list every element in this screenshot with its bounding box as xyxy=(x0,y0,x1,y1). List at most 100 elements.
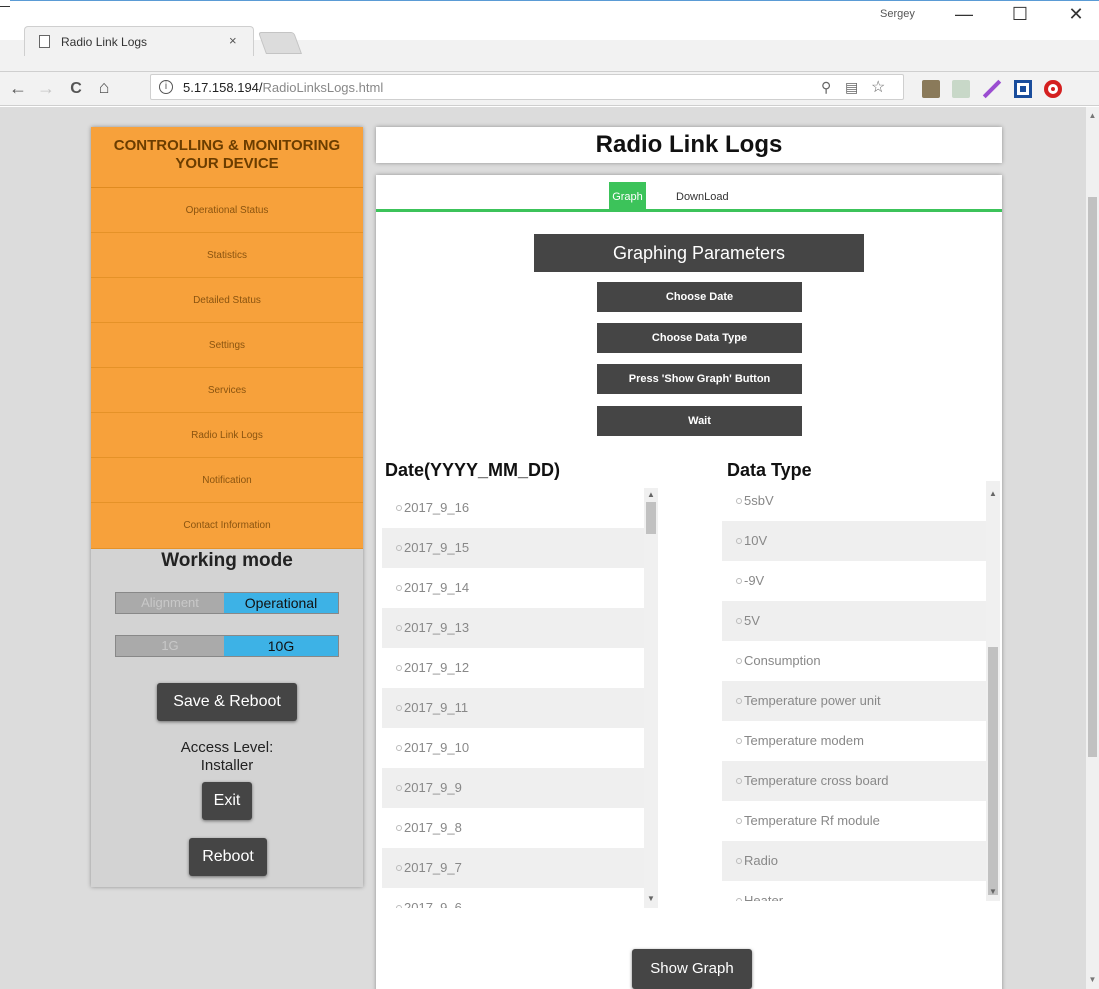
radio-dot-icon[interactable] xyxy=(396,664,402,671)
sidebar-item-operational-status[interactable]: Operational Status xyxy=(91,188,363,233)
extension-off-icon[interactable] xyxy=(922,80,940,98)
radio-dot-icon[interactable] xyxy=(396,784,402,791)
page-scroll-down-arrow[interactable]: ▼ xyxy=(1086,975,1099,984)
radio-dot-icon[interactable] xyxy=(396,544,402,551)
mode-toggle[interactable]: Alignment Operational xyxy=(115,592,339,614)
date-list-scroll-thumb[interactable] xyxy=(646,502,656,534)
data-type-option[interactable]: Heater xyxy=(722,881,986,901)
data-type-option[interactable]: Temperature cross board xyxy=(722,761,986,801)
save-reboot-button[interactable]: Save & Reboot xyxy=(157,683,297,721)
radio-dot-icon[interactable] xyxy=(736,777,742,784)
date-option[interactable]: 2017_9_8 xyxy=(382,808,644,848)
radio-dot-icon[interactable] xyxy=(396,864,402,871)
radio-dot-icon[interactable] xyxy=(736,697,742,704)
browser-tab[interactable]: Radio Link Logs × xyxy=(24,26,254,56)
data-type-option[interactable]: Radio xyxy=(722,841,986,881)
date-option[interactable]: 2017_9_7 xyxy=(382,848,644,888)
scroll-down-arrow[interactable]: ▼ xyxy=(986,887,1000,896)
choose-date-step[interactable]: Choose Date xyxy=(597,282,802,312)
radio-dot-icon[interactable] xyxy=(736,657,742,664)
radio-dot-icon[interactable] xyxy=(396,584,402,591)
speed-toggle-10g[interactable]: 10G xyxy=(224,636,338,656)
sidebar-item-services[interactable]: Services xyxy=(91,368,363,413)
data-type-option[interactable]: 5V xyxy=(722,601,986,641)
speed-toggle[interactable]: 1G 10G xyxy=(115,635,339,657)
sidebar-item-detailed-status[interactable]: Detailed Status xyxy=(91,278,363,323)
back-icon[interactable]: ← xyxy=(6,78,30,99)
data-type-option[interactable]: Temperature power unit xyxy=(722,681,986,721)
date-option[interactable]: 2017_9_14 xyxy=(382,568,644,608)
wait-step[interactable]: Wait xyxy=(597,406,802,436)
radio-dot-icon[interactable] xyxy=(396,824,402,831)
date-option[interactable]: 2017_9_6 xyxy=(382,888,644,908)
radio-dot-icon[interactable] xyxy=(736,617,742,624)
extension-grey-icon[interactable] xyxy=(952,80,970,98)
sidebar-item-statistics[interactable]: Statistics xyxy=(91,233,363,278)
data-type-list-scrollbar[interactable]: ▲ ▼ xyxy=(986,481,1000,901)
date-option[interactable]: 2017_9_13 xyxy=(382,608,644,648)
new-tab-button[interactable] xyxy=(257,32,303,54)
bookmark-star-icon[interactable]: ☆ xyxy=(871,77,885,97)
date-option[interactable]: 2017_9_15 xyxy=(382,528,644,568)
radio-dot-icon[interactable] xyxy=(736,537,742,544)
page-scrollbar[interactable]: ▲ ▼ xyxy=(1086,107,1099,989)
mode-toggle-alignment[interactable]: Alignment xyxy=(116,593,224,613)
minimize-button[interactable]: — xyxy=(944,4,984,25)
forward-icon[interactable]: → xyxy=(34,78,58,99)
scroll-up-arrow[interactable]: ▲ xyxy=(644,490,658,499)
radio-dot-icon[interactable] xyxy=(736,897,742,901)
tab-graph[interactable]: Graph xyxy=(609,182,646,212)
date-option[interactable]: 2017_9_11 xyxy=(382,688,644,728)
mode-toggle-operational[interactable]: Operational xyxy=(224,593,338,613)
show-graph-step[interactable]: Press 'Show Graph' Button xyxy=(597,364,802,394)
data-type-list-scroll-thumb[interactable] xyxy=(988,647,998,895)
reboot-button[interactable]: Reboot xyxy=(189,838,267,876)
sidebar-item-contact-information[interactable]: Contact Information xyxy=(91,503,363,549)
date-option[interactable]: 2017_9_16 xyxy=(382,488,644,528)
radio-dot-icon[interactable] xyxy=(396,624,402,631)
show-graph-button[interactable]: Show Graph xyxy=(632,949,752,989)
date-option[interactable]: 2017_9_10 xyxy=(382,728,644,768)
maximize-button[interactable]: ☐ xyxy=(1000,4,1040,25)
reload-icon[interactable]: C xyxy=(64,80,88,98)
opera-icon[interactable] xyxy=(1044,80,1062,98)
radio-dot-icon[interactable] xyxy=(396,704,402,711)
pen-extension-icon[interactable] xyxy=(982,79,1002,99)
radio-dot-icon[interactable] xyxy=(736,577,742,584)
data-type-option[interactable]: Temperature modem xyxy=(722,721,986,761)
sidebar-item-radio-link-logs[interactable]: Radio Link Logs xyxy=(91,413,363,458)
radio-dot-icon[interactable] xyxy=(736,737,742,744)
date-list[interactable]: 2017_9_16 2017_9_15 2017_9_14 2017_9_13 2017… xyxy=(382,488,658,908)
radio-dot-icon[interactable] xyxy=(396,904,402,908)
exit-button[interactable]: Exit xyxy=(202,782,252,820)
window-user-badge[interactable]: Sergey xyxy=(880,8,915,20)
page-scroll-up-arrow[interactable]: ▲ xyxy=(1086,111,1099,120)
radio-dot-icon[interactable] xyxy=(736,817,742,824)
page-scroll-thumb[interactable] xyxy=(1088,197,1097,757)
sidebar-item-settings[interactable]: Settings xyxy=(91,323,363,368)
tab-close-icon[interactable]: × xyxy=(229,33,237,48)
sidebar-item-notification[interactable]: Notification xyxy=(91,458,363,503)
choose-data-type-step[interactable]: Choose Data Type xyxy=(597,323,802,353)
data-type-option[interactable]: 5sbV xyxy=(722,481,986,521)
data-type-option[interactable]: Temperature Rf module xyxy=(722,801,986,841)
tab-download[interactable]: DownLoad xyxy=(676,182,729,212)
close-window-button[interactable]: ✕ xyxy=(1056,4,1096,25)
date-list-scrollbar[interactable]: ▲ ▼ xyxy=(644,488,658,908)
data-type-option[interactable]: -9V xyxy=(722,561,986,601)
speed-toggle-1g[interactable]: 1G xyxy=(116,636,224,656)
extension-blue-icon[interactable] xyxy=(1014,80,1032,98)
date-option[interactable]: 2017_9_12 xyxy=(382,648,644,688)
data-type-option[interactable]: Consumption xyxy=(722,641,986,681)
data-type-list[interactable]: 5sbV 10V -9V 5V Consumption Temperature power… xyxy=(722,481,1002,901)
radio-dot-icon[interactable] xyxy=(396,504,402,511)
radio-dot-icon[interactable] xyxy=(396,744,402,751)
home-icon[interactable]: ⌂ xyxy=(92,77,116,98)
scroll-down-arrow[interactable]: ▼ xyxy=(644,894,658,903)
url-text[interactable]: 5.17.158.194/RadioLinksLogs.html xyxy=(183,80,383,95)
scroll-up-arrow[interactable]: ▲ xyxy=(986,489,1000,498)
translate-icon[interactable]: ▤ xyxy=(845,79,858,96)
radio-dot-icon[interactable] xyxy=(736,857,742,864)
address-bar[interactable]: i 5.17.158.194/RadioLinksLogs.html ⚲ ▤ ☆ xyxy=(150,74,904,100)
date-option[interactable]: 2017_9_9 xyxy=(382,768,644,808)
